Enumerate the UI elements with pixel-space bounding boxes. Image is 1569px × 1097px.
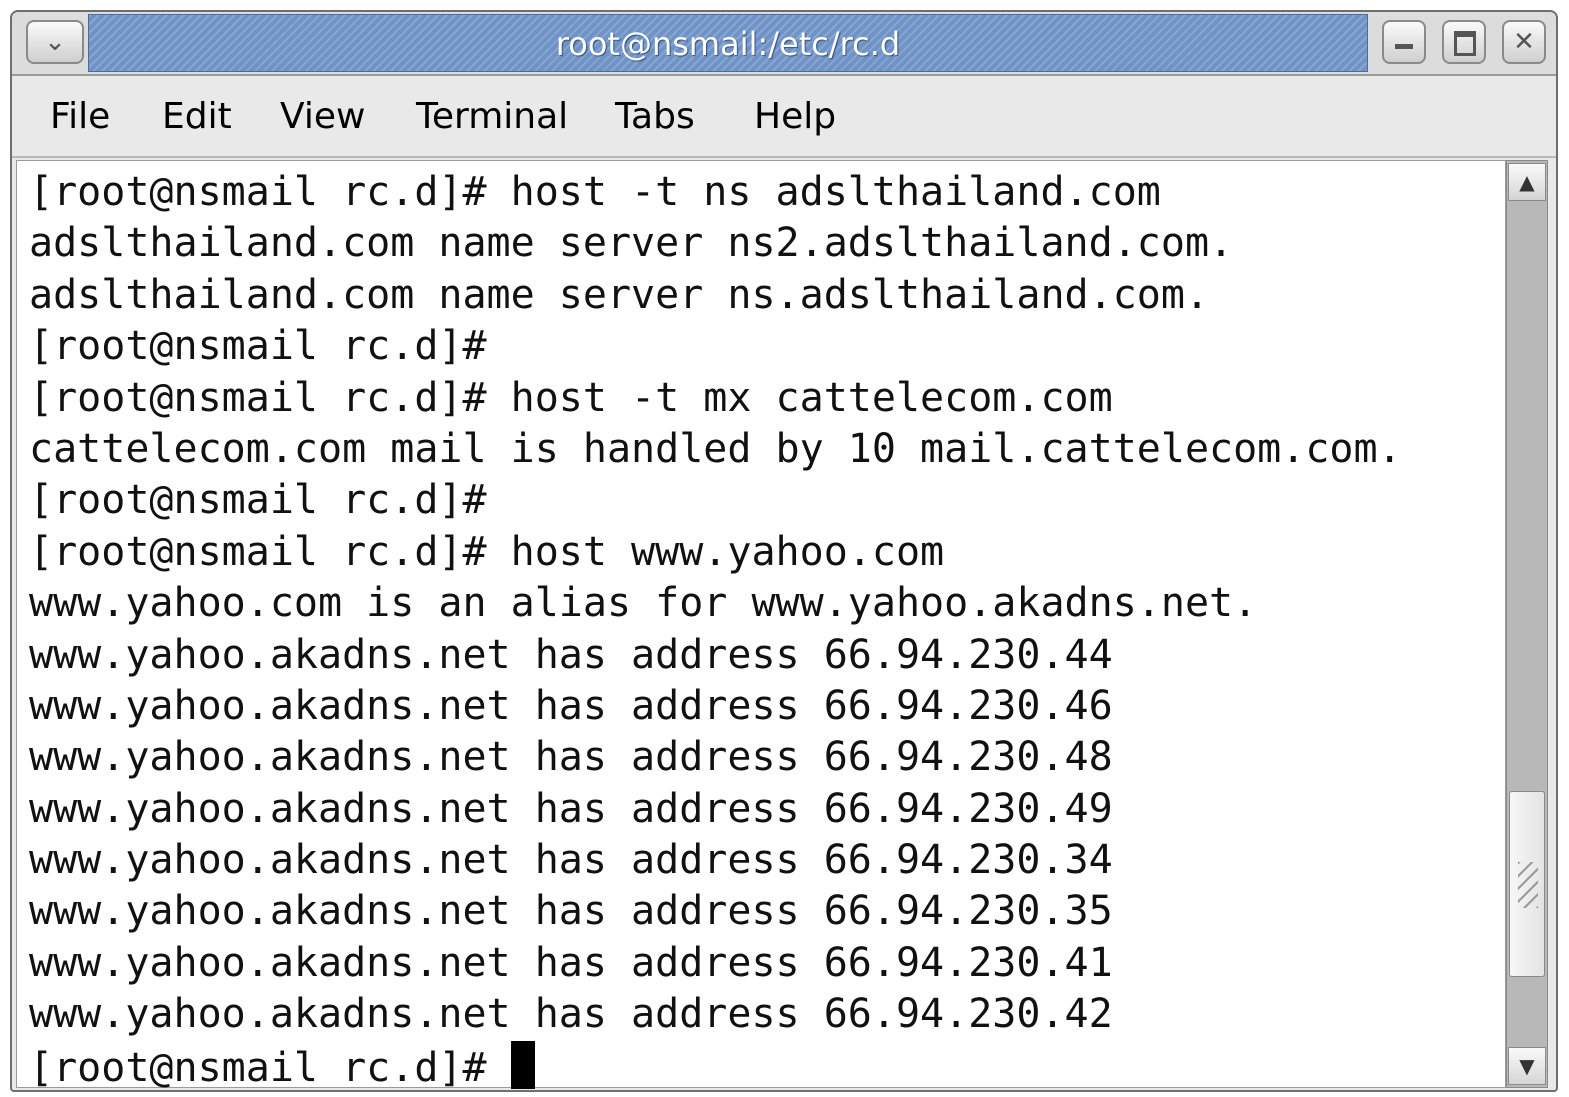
terminal-window: ⌄ root@nsmail:/etc/rc.d ✕ File Edit View…	[10, 10, 1558, 1092]
terminal-line: adslthailand.com name server ns2.adsltha…	[29, 220, 1234, 267]
current-prompt: [root@nsmail rc.d]#	[29, 1044, 511, 1091]
scrollbar-thumb[interactable]	[1509, 791, 1545, 977]
window-title: root@nsmail:/etc/rc.d	[555, 25, 901, 63]
scroll-down-button[interactable]: ▼	[1508, 1047, 1546, 1085]
terminal-line: www.yahoo.akadns.net has address 66.94.2…	[29, 682, 1113, 729]
menu-edit[interactable]: Edit	[162, 96, 232, 138]
arrow-up-icon: ▲	[1519, 170, 1535, 194]
menu-terminal[interactable]: Terminal	[416, 96, 568, 138]
terminal-line: www.yahoo.akadns.net has address 66.94.2…	[29, 888, 1113, 935]
terminal-line: www.yahoo.akadns.net has address 66.94.2…	[29, 785, 1113, 832]
menu-tabs[interactable]: Tabs	[615, 96, 695, 138]
menu-view[interactable]: View	[280, 96, 365, 138]
chevron-down-icon: ⌄	[44, 27, 66, 57]
vertical-scrollbar[interactable]: ▲ ▼	[1506, 160, 1548, 1088]
terminal-line: www.yahoo.akadns.net has address 66.94.2…	[29, 939, 1113, 986]
terminal-line: www.yahoo.akadns.net has address 66.94.2…	[29, 631, 1113, 678]
terminal-line: cattelecom.com mail is handled by 10 mai…	[29, 425, 1402, 472]
terminal-line: adslthailand.com name server ns.adslthai…	[29, 271, 1210, 318]
terminal-line: www.yahoo.com is an alias for www.yahoo.…	[29, 580, 1258, 627]
terminal-line: [root@nsmail rc.d]# host -t ns adslthail…	[29, 169, 1161, 215]
scroll-up-button[interactable]: ▲	[1508, 163, 1546, 201]
menu-bar: File Edit View Terminal Tabs Help	[12, 76, 1556, 158]
terminal-output[interactable]: [root@nsmail rc.d]# host -t ns adslthail…	[16, 160, 1506, 1090]
text-cursor	[510, 1040, 535, 1089]
title-strip[interactable]: root@nsmail:/etc/rc.d	[88, 14, 1368, 72]
menu-file[interactable]: File	[50, 96, 110, 138]
minimize-button[interactable]	[1382, 20, 1426, 64]
close-button[interactable]: ✕	[1502, 20, 1546, 64]
minimize-icon	[1395, 44, 1413, 49]
maximize-icon	[1454, 31, 1476, 56]
terminal-line: www.yahoo.akadns.net has address 66.94.2…	[29, 837, 1113, 884]
maximize-button[interactable]	[1442, 20, 1486, 64]
terminal-line: [root@nsmail rc.d]#	[29, 323, 487, 370]
terminal-line: [root@nsmail rc.d]# host -t mx catteleco…	[29, 374, 1113, 421]
terminal-lines: [root@nsmail rc.d]# host -t ns adslthail…	[29, 167, 1402, 1091]
terminal-line: www.yahoo.akadns.net has address 66.94.2…	[29, 991, 1113, 1038]
menu-help[interactable]: Help	[754, 96, 836, 138]
terminal-line: [root@nsmail rc.d]#	[29, 477, 487, 524]
grip-icon	[1518, 862, 1538, 908]
arrow-down-icon: ▼	[1519, 1054, 1535, 1078]
terminal-line: www.yahoo.akadns.net has address 66.94.2…	[29, 734, 1113, 781]
close-icon: ✕	[1513, 27, 1535, 57]
terminal-line: [root@nsmail rc.d]# host www.yahoo.com	[29, 528, 945, 575]
terminal-prompt-line[interactable]: [root@nsmail rc.d]#	[29, 1040, 1402, 1091]
title-bar[interactable]: ⌄ root@nsmail:/etc/rc.d ✕	[12, 12, 1556, 76]
window-menu-button[interactable]: ⌄	[26, 20, 84, 64]
